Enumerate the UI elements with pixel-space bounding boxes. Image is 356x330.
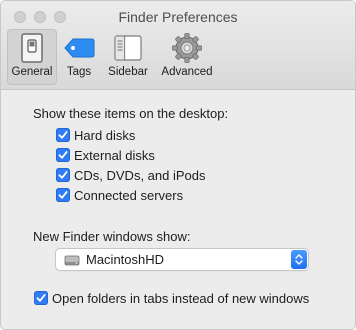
tab-advanced-label: Advanced — [161, 66, 213, 78]
checkbox-cds-dvds-ipods[interactable]: CDs, DVDs, and iPods — [56, 166, 206, 184]
desktop-items-heading: Show these items on the desktop: — [33, 106, 229, 121]
preferences-toolbar: General Tags Sidebar Advanced — [7, 29, 219, 85]
sidebar-icon — [112, 32, 144, 64]
checkbox-open-in-tabs[interactable]: Open folders in tabs instead of new wind… — [34, 289, 309, 307]
checkbox-label: Hard disks — [74, 127, 136, 143]
checkbox-label: External disks — [74, 147, 155, 163]
tag-icon — [63, 32, 95, 64]
gear-icon — [171, 32, 203, 64]
tab-sidebar-label: Sidebar — [108, 66, 148, 78]
tab-advanced[interactable]: Advanced — [157, 29, 217, 85]
checkbox-connected-servers[interactable]: Connected servers — [56, 186, 183, 204]
tab-tags[interactable]: Tags — [59, 29, 99, 85]
tab-tags-label: Tags — [66, 66, 92, 78]
new-window-label: New Finder windows show: — [33, 229, 191, 244]
new-window-popup[interactable]: MacintoshHD — [56, 249, 308, 270]
finder-preferences-window: Finder Preferences General Tags Sidebar … — [0, 0, 356, 330]
checkmark-icon[interactable] — [56, 128, 70, 142]
general-pane: Show these items on the desktop: Hard di… — [1, 90, 355, 329]
checkbox-label: CDs, DVDs, and iPods — [74, 167, 206, 183]
titlebar: Finder Preferences General Tags Sidebar … — [1, 1, 355, 90]
checkmark-icon[interactable] — [34, 291, 48, 305]
chevron-updown-icon[interactable] — [291, 250, 307, 269]
popup-selected-value: MacintoshHD — [86, 252, 165, 267]
checkbox-hard-disks[interactable]: Hard disks — [56, 126, 135, 144]
window-title: Finder Preferences — [118, 9, 238, 25]
checkbox-label: Connected servers — [74, 187, 184, 203]
checkmark-icon[interactable] — [56, 188, 70, 202]
tab-sidebar[interactable]: Sidebar — [101, 29, 155, 85]
checkmark-icon[interactable] — [56, 148, 70, 162]
tab-general[interactable]: General — [7, 29, 57, 85]
general-switch-icon — [16, 32, 48, 64]
tab-general-label: General — [11, 66, 53, 78]
checkmark-icon[interactable] — [56, 168, 70, 182]
checkbox-label: Open folders in tabs instead of new wind… — [52, 290, 310, 306]
hard-drive-icon — [64, 252, 80, 268]
checkbox-external-disks[interactable]: External disks — [56, 146, 155, 164]
